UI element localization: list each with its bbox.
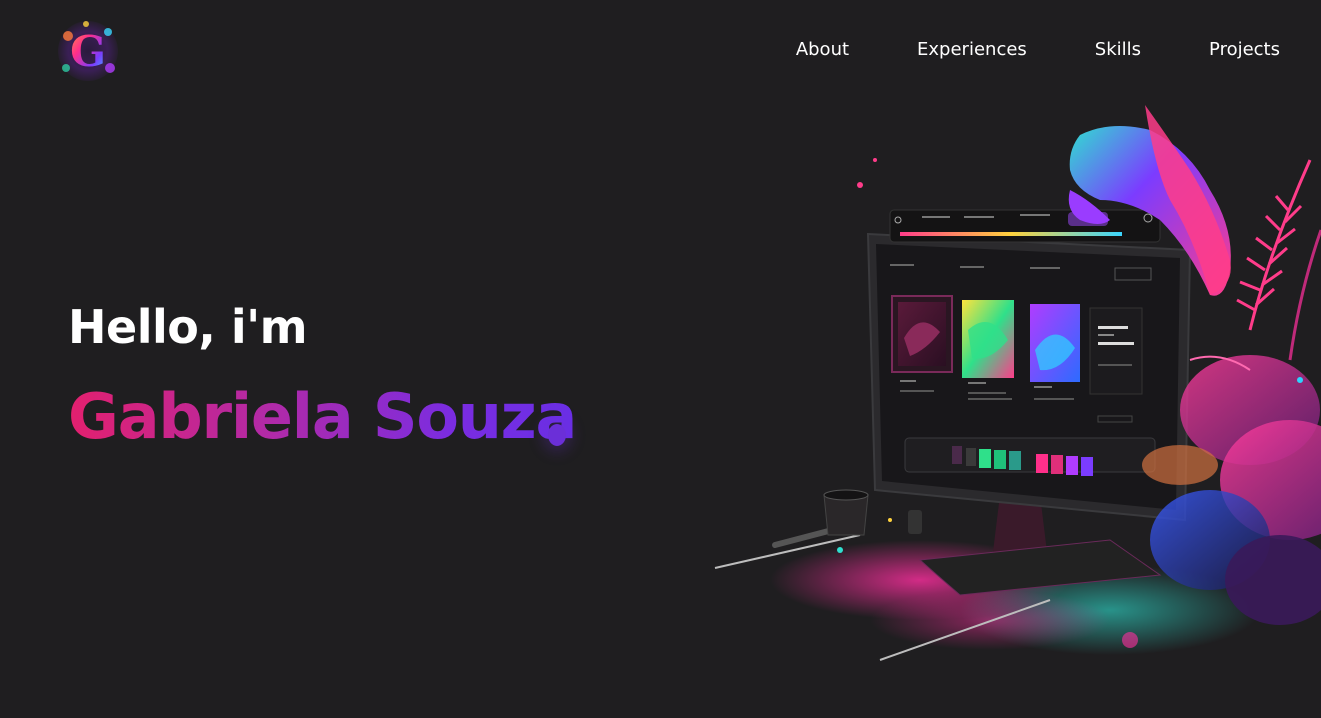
page: G About Experiences Skills Projects Hell… <box>0 0 1321 718</box>
main-nav: About Experiences Skills Projects <box>796 38 1280 62</box>
computer-illustration-image <box>714 105 1321 661</box>
nav-projects[interactable]: Projects <box>1209 38 1280 62</box>
logo-g-icon: G <box>58 21 118 81</box>
hero-name: Gabriela Souza <box>68 380 577 453</box>
hero-greeting: Hello, i'm <box>68 300 308 354</box>
nav-experiences[interactable]: Experiences <box>917 38 1027 62</box>
svg-text:G: G <box>70 27 106 76</box>
hero-illustration <box>690 100 1321 700</box>
logo[interactable]: G <box>56 16 120 86</box>
typing-cursor-dot <box>548 424 566 446</box>
nav-about[interactable]: About <box>796 38 849 62</box>
nav-skills[interactable]: Skills <box>1095 38 1141 62</box>
